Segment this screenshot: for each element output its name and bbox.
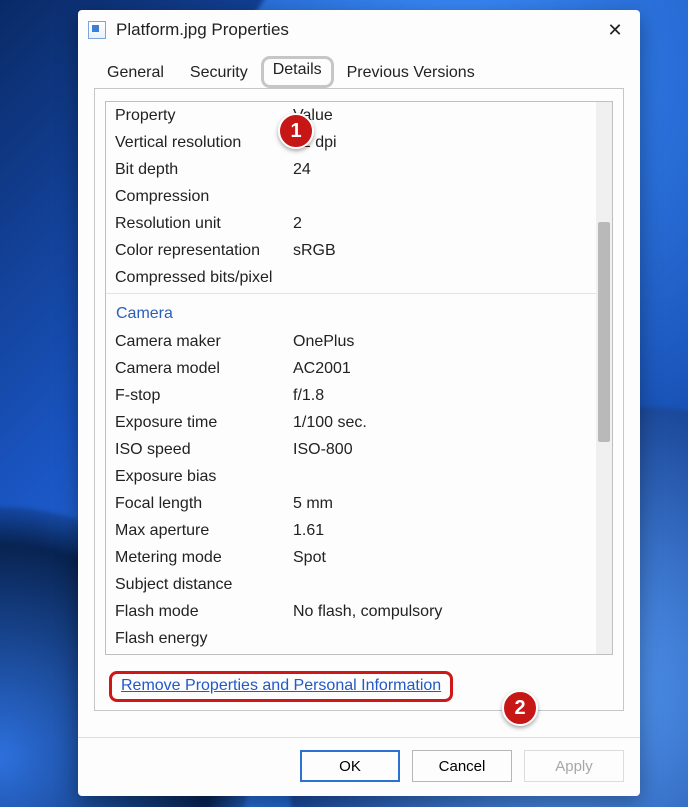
prop-label: Color representation (115, 237, 293, 264)
prop-value: 1.61 (293, 517, 596, 544)
row-iso-speed[interactable]: ISO speed ISO-800 (106, 436, 596, 463)
row-exposure-time[interactable]: Exposure time 1/100 sec. (106, 409, 596, 436)
row-color-representation[interactable]: Color representation sRGB (106, 237, 596, 264)
tab-details[interactable]: Details (261, 56, 334, 88)
prop-value: 72 dpi (293, 129, 596, 156)
tab-strip: General Security Details Previous Versio… (94, 56, 624, 88)
prop-value: 5 mm (293, 490, 596, 517)
prop-value: 1/100 sec. (293, 409, 596, 436)
prop-label: Focal length (115, 490, 293, 517)
prop-label: Exposure bias (115, 463, 293, 490)
row-metering-mode[interactable]: Metering mode Spot (106, 544, 596, 571)
row-flash-mode[interactable]: Flash mode No flash, compulsory (106, 598, 596, 625)
prop-label: Subject distance (115, 571, 293, 598)
tab-previous-versions[interactable]: Previous Versions (334, 57, 488, 89)
group-camera: Camera (106, 293, 596, 328)
prop-label: Compression (115, 183, 293, 210)
prop-value: AC2001 (293, 355, 596, 382)
prop-value (293, 264, 596, 291)
prop-label: Resolution unit (115, 210, 293, 237)
prop-value: Spot (293, 544, 596, 571)
grid-header: Property Value (106, 102, 596, 129)
prop-value: sRGB (293, 237, 596, 264)
vertical-scrollbar[interactable] (596, 102, 612, 654)
row-exposure-bias[interactable]: Exposure bias (106, 463, 596, 490)
prop-label: Flash mode (115, 598, 293, 625)
prop-value: 24 (293, 156, 596, 183)
row-subject-distance[interactable]: Subject distance (106, 571, 596, 598)
row-bit-depth[interactable]: Bit depth 24 (106, 156, 596, 183)
close-button[interactable]: ✕ (592, 11, 638, 49)
remove-properties-link[interactable]: Remove Properties and Personal Informati… (121, 677, 441, 694)
details-panel: Property Value Vertical resolution 72 dp… (94, 88, 624, 711)
prop-label: Metering mode (115, 544, 293, 571)
prop-label: Compressed bits/pixel (115, 264, 293, 291)
prop-value (293, 463, 596, 490)
prop-value (293, 183, 596, 210)
row-compressed-bits-pixel[interactable]: Compressed bits/pixel (106, 264, 596, 291)
annotation-badge-1: 1 (278, 113, 314, 149)
prop-label: Vertical resolution (115, 129, 293, 156)
row-f-stop[interactable]: F-stop f/1.8 (106, 382, 596, 409)
row-camera-maker[interactable]: Camera maker OnePlus (106, 328, 596, 355)
row-resolution-unit[interactable]: Resolution unit 2 (106, 210, 596, 237)
prop-value: f/1.8 (293, 382, 596, 409)
annotation-highlight-2: Remove Properties and Personal Informati… (109, 671, 453, 702)
prop-value: ISO-800 (293, 436, 596, 463)
close-icon: ✕ (607, 20, 622, 41)
row-focal-length[interactable]: Focal length 5 mm (106, 490, 596, 517)
row-vertical-resolution[interactable]: Vertical resolution 72 dpi (106, 129, 596, 156)
row-max-aperture[interactable]: Max aperture 1.61 (106, 517, 596, 544)
prop-label: Exposure time (115, 409, 293, 436)
titlebar: Platform.jpg Properties ✕ (78, 10, 640, 50)
prop-label: Max aperture (115, 517, 293, 544)
prop-value: 2 (293, 210, 596, 237)
prop-value (293, 625, 596, 652)
scrollbar-thumb[interactable] (598, 222, 610, 442)
prop-label: Bit depth (115, 156, 293, 183)
dialog-footer: OK Cancel Apply (78, 737, 640, 796)
apply-button[interactable]: Apply (524, 750, 624, 782)
property-grid-inner: Property Value Vertical resolution 72 dp… (106, 102, 596, 654)
ok-button[interactable]: OK (300, 750, 400, 782)
row-camera-model[interactable]: Camera model AC2001 (106, 355, 596, 382)
prop-value: No flash, compulsory (293, 598, 596, 625)
file-icon (88, 21, 106, 39)
prop-label: ISO speed (115, 436, 293, 463)
tab-general[interactable]: General (94, 57, 177, 89)
prop-label: Camera model (115, 355, 293, 382)
row-flash-energy[interactable]: Flash energy (106, 625, 596, 652)
window-title: Platform.jpg Properties (116, 20, 592, 40)
annotation-badge-2: 2 (502, 690, 538, 726)
tab-security[interactable]: Security (177, 57, 261, 89)
link-row: Remove Properties and Personal Informati… (109, 671, 615, 702)
property-grid: Property Value Vertical resolution 72 dp… (105, 101, 613, 655)
row-compression[interactable]: Compression (106, 183, 596, 210)
content-area: General Security Details Previous Versio… (78, 50, 640, 737)
properties-window: Platform.jpg Properties ✕ General Securi… (78, 10, 640, 796)
prop-label: F-stop (115, 382, 293, 409)
prop-label: Camera maker (115, 328, 293, 355)
col-header-value: Value (293, 102, 596, 129)
col-header-property: Property (115, 102, 293, 129)
prop-label: Flash energy (115, 625, 293, 652)
prop-value (293, 571, 596, 598)
cancel-button[interactable]: Cancel (412, 750, 512, 782)
prop-value: OnePlus (293, 328, 596, 355)
